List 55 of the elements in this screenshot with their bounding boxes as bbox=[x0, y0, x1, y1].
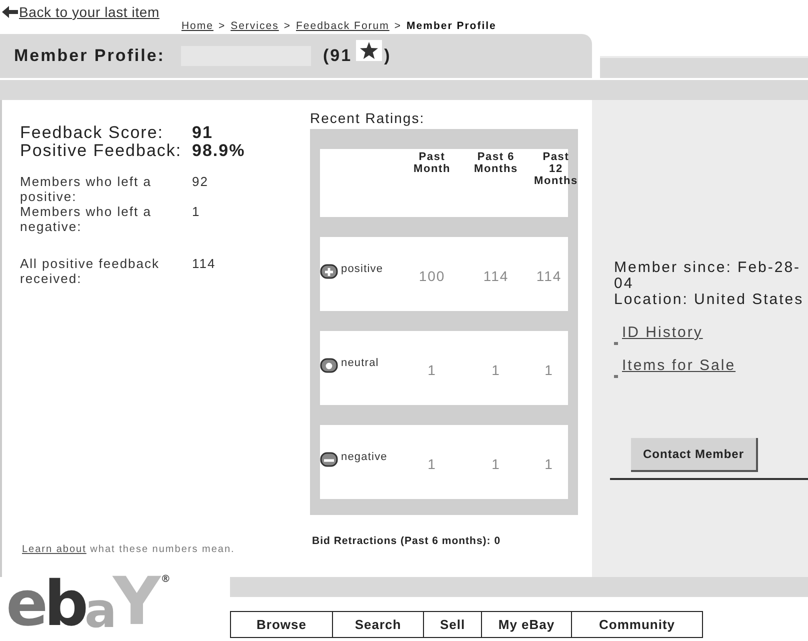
breadcrumb-current: Member Profile bbox=[406, 20, 496, 32]
column-header: Past Month bbox=[412, 151, 452, 177]
summary-value: 92 bbox=[192, 174, 210, 191]
rating-count: 1 bbox=[544, 455, 554, 472]
page-title: Member Profile: bbox=[14, 46, 165, 66]
back-link[interactable]: Back to your last item bbox=[19, 4, 160, 20]
rating-label: negative bbox=[341, 451, 388, 463]
nav-tab[interactable]: Sell bbox=[424, 612, 482, 637]
nav-tab[interactable]: Community bbox=[572, 612, 702, 637]
logo: ebaY® bbox=[6, 569, 171, 635]
summary-label: Feedback Score: bbox=[20, 124, 165, 142]
feedback-score: (91 bbox=[322, 46, 352, 66]
breadcrumb-separator: > bbox=[284, 20, 291, 32]
summary-value: 1 bbox=[192, 204, 202, 221]
star-icon bbox=[360, 42, 378, 59]
summary-label: Members who left a positive: bbox=[20, 174, 152, 204]
contact-button[interactable]: Contact Member bbox=[631, 438, 758, 472]
rating-count: 114 bbox=[482, 267, 510, 284]
nav-tab[interactable]: Browse bbox=[231, 612, 333, 637]
column-header: Past 6 Months bbox=[473, 151, 519, 177]
summary-value: 91 bbox=[192, 124, 214, 142]
summary-label: All positive feedback received: bbox=[20, 256, 161, 286]
rating-count: 1 bbox=[544, 361, 554, 378]
rating-count: 1 bbox=[490, 455, 502, 472]
breadcrumb-link[interactable]: Services bbox=[230, 20, 279, 32]
ratings-title: Recent Ratings: bbox=[310, 110, 426, 126]
bullet-icon bbox=[614, 342, 618, 345]
rating-count: 1 bbox=[426, 361, 438, 378]
score-paren: ) bbox=[384, 46, 392, 66]
nav-tab[interactable]: Search bbox=[333, 612, 424, 637]
breadcrumb-link[interactable]: Home bbox=[181, 20, 214, 32]
rating-label: positive bbox=[341, 263, 384, 275]
bullet-icon bbox=[614, 375, 618, 378]
rating-label: neutral bbox=[341, 357, 379, 369]
breadcrumb-separator: > bbox=[218, 20, 226, 32]
rating-count: 1 bbox=[426, 455, 438, 472]
breadcrumb-separator: > bbox=[394, 20, 402, 32]
help-text: Learn about what these numbers mean. bbox=[22, 544, 236, 555]
nav-tab[interactable]: My eBay bbox=[482, 612, 572, 637]
rating-count: 114 bbox=[535, 267, 563, 284]
profile-link[interactable]: ID History bbox=[622, 325, 703, 341]
rating-count: 1 bbox=[490, 361, 502, 378]
member-location: Location: United States bbox=[614, 292, 805, 308]
summary-label: Members who left a negative: bbox=[20, 204, 152, 234]
back-arrow-icon bbox=[2, 6, 18, 18]
summary-value: 114 bbox=[192, 256, 217, 273]
breadcrumb-link[interactable]: Feedback Forum bbox=[296, 20, 390, 32]
profile-link[interactable]: Items for Sale bbox=[622, 358, 736, 374]
column-header: Past 12 Months bbox=[533, 151, 579, 189]
summary-label: Positive Feedback: bbox=[20, 142, 183, 160]
rating-count: 100 bbox=[418, 267, 446, 284]
member-since: Member since: Feb-28-04 bbox=[614, 260, 802, 292]
summary-value: 98.9% bbox=[192, 142, 246, 160]
learn-about-link[interactable]: Learn about bbox=[22, 544, 86, 555]
bid-retractions: Bid Retractions (Past 6 months): 0 bbox=[311, 535, 502, 547]
